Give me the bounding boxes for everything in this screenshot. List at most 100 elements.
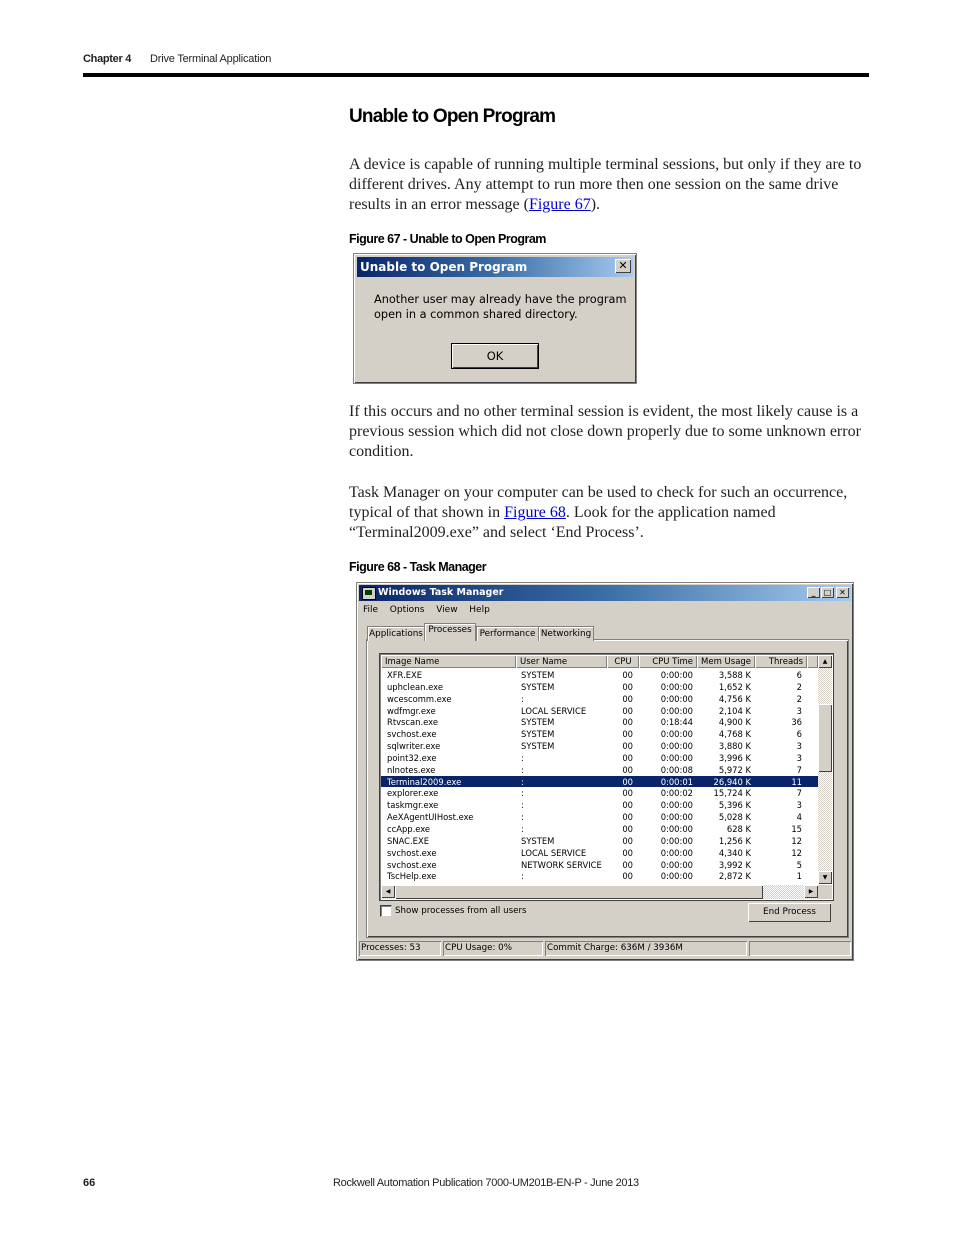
close-icon[interactable]: ✕ [836, 587, 849, 598]
status-commit-charge: Commit Charge: 636M / 3936M [545, 941, 747, 956]
column-threads[interactable]: Threads [755, 655, 807, 668]
text: ). [590, 196, 601, 213]
scroll-up-icon[interactable]: ▲ [818, 655, 832, 668]
close-icon[interactable]: ✕ [615, 259, 631, 273]
cell-image-name: Terminal2009.exe [387, 776, 462, 787]
table-row[interactable]: XFR.EXE SYSTEM 00 0:00:00 3,588 K 6 [381, 669, 818, 681]
cell-image-name: sqlwriter.exe [387, 741, 441, 752]
cell-cpu-time: 0:00:00 [660, 823, 693, 834]
tab-applications[interactable]: Applications [367, 626, 425, 641]
cell-cpu: 00 [622, 705, 633, 716]
cell-cpu: 00 [622, 681, 633, 692]
window-titlebar: Windows Task Manager _ □ ✕ [359, 585, 851, 601]
header-rule [83, 73, 869, 77]
table-row[interactable]: AeXAgentUIHost.exe: 00 0:00:00 5,028 K 4 [381, 811, 818, 823]
task-manager-window: Windows Task Manager _ □ ✕ File Options … [356, 582, 854, 961]
table-row[interactable]: SNAC.EXE SYSTEM 00 0:00:00 1,256 K 12 [381, 835, 818, 847]
show-all-users-checkbox[interactable] [380, 905, 392, 917]
column-headers: Image Name User Name CPU CPU Time Mem Us… [381, 655, 818, 668]
cell-mem-usage: 3,880 K [718, 741, 751, 752]
menu-options[interactable]: Options [390, 603, 425, 617]
column-image-name[interactable]: Image Name [381, 655, 516, 668]
cell-image-name: svchost.exe [387, 729, 437, 740]
cell-threads: 15 [791, 823, 802, 834]
column-mem-usage[interactable]: Mem Usage [697, 655, 755, 668]
cell-mem-usage: 5,396 K [718, 800, 751, 811]
figure-67-link[interactable]: Figure 67 [529, 196, 591, 213]
horizontal-scrollbar[interactable]: ◀ ▶ [381, 885, 818, 899]
status-cpu-usage: CPU Usage: 0% [443, 941, 543, 956]
column-user-name[interactable]: User Name [516, 655, 607, 668]
cell-image-name: wdfmgr.exe [387, 705, 436, 716]
cell-cpu-time: 0:00:00 [660, 859, 693, 870]
cell-mem-usage: 3,992 K [718, 859, 751, 870]
cell-mem-usage: 4,900 K [718, 717, 751, 728]
maximize-icon[interactable]: □ [821, 587, 834, 598]
cell-image-name: ccApp.exe [387, 823, 431, 834]
para-line: “Terminal2009.exe” and select ‘End Proce… [349, 524, 644, 541]
para-line: different drives. Any attempt to run mor… [349, 176, 839, 193]
cell-image-name: wcescomm.exe [387, 693, 452, 704]
table-row[interactable]: svchost.exe SYSTEM 00 0:00:00 4,768 K 6 [381, 728, 818, 740]
process-rows: XFR.EXE SYSTEM 00 0:00:00 3,588 K 6 uphclean.e… [381, 669, 818, 882]
table-row[interactable]: point32.exe: 00 0:00:00 3,996 K 3 [381, 752, 818, 764]
cell-user-name: : [521, 788, 524, 799]
para-line: results in an error message (Figure 67). [349, 195, 869, 215]
cell-cpu: 00 [622, 729, 633, 740]
table-row[interactable]: TscHelp.exe: 00 0:00:00 2,872 K 1 [381, 870, 818, 882]
cell-mem-usage: 5,972 K [718, 764, 751, 775]
ok-button[interactable]: OK [451, 343, 539, 369]
table-row[interactable]: sqlwriter.exe SYSTEM 00 0:00:00 3,880 K 3 [381, 740, 818, 752]
column-cpu-time[interactable]: CPU Time [639, 655, 697, 668]
cell-cpu: 00 [622, 788, 633, 799]
table-row[interactable]: svchost.exe LOCAL SERVICE 00 0:00:00 4,340 K… [381, 847, 818, 859]
dialog-message: Another user may already have the progra… [374, 292, 629, 322]
figure-68-link[interactable]: Figure 68 [504, 504, 566, 521]
scroll-thumb[interactable] [818, 704, 832, 772]
para-line: condition. [349, 443, 414, 460]
cell-user-name: SYSTEM [521, 717, 555, 728]
table-row[interactable]: svchost.exe NETWORK SERVICE 00 0:00:00 3,992… [381, 859, 818, 871]
process-list[interactable]: Image Name User Name CPU CPU Time Mem Us… [379, 653, 834, 901]
table-row[interactable]: Rtvscan.exe SYSTEM 00 0:18:44 4,900 K 36 [381, 716, 818, 728]
table-row[interactable]: uphclean.exe SYSTEM 00 0:00:00 1,652 K 2 [381, 681, 818, 693]
show-all-users-label[interactable]: Show processes from all users [395, 904, 527, 918]
menu-file[interactable]: File [363, 603, 378, 617]
cell-threads: 6 [796, 670, 802, 680]
tab-performance[interactable]: Performance [476, 626, 539, 641]
cell-threads: 3 [796, 705, 802, 716]
cell-threads: 5 [796, 859, 802, 870]
table-row[interactable]: taskmgr.exe: 00 0:00:00 5,396 K 3 [381, 799, 818, 811]
end-process-button[interactable]: End Process [748, 903, 831, 922]
tab-processes[interactable]: Processes [424, 623, 476, 641]
cell-threads: 3 [796, 800, 802, 811]
cell-mem-usage: 3,588 K [718, 670, 751, 680]
para-line: If this occurs and no other terminal ses… [349, 403, 859, 420]
cell-cpu-time: 0:00:00 [660, 681, 693, 692]
cell-user-name: : [521, 823, 524, 834]
menu-view[interactable]: View [436, 603, 457, 617]
column-cpu[interactable]: CPU [607, 655, 639, 668]
tab-networking[interactable]: Networking [538, 626, 594, 641]
scroll-down-icon[interactable]: ▼ [818, 871, 832, 884]
table-row[interactable]: wdfmgr.exe LOCAL SERVICE 00 0:00:00 2,104 K 3 [381, 705, 818, 717]
table-row[interactable]: ccApp.exe: 00 0:00:00 628 K 15 [381, 823, 818, 835]
vertical-scrollbar[interactable]: ▲ ▼ [818, 655, 832, 884]
minimize-icon[interactable]: _ [807, 587, 820, 598]
message-line: Another user may already have the progra… [374, 293, 627, 306]
status-processes: Processes: 53 [359, 941, 441, 956]
cell-threads: 12 [791, 835, 802, 846]
scroll-thumb-horizontal[interactable] [395, 885, 763, 899]
figure-67-caption: Figure 67 - Unable to Open Program [349, 232, 546, 246]
table-row[interactable]: nlnotes.exe: 00 0:00:08 5,972 K 7 [381, 764, 818, 776]
chapter-label: Chapter 4 [83, 53, 132, 65]
table-row[interactable]: wcescomm.exe: 00 0:00:00 4,756 K 2 [381, 693, 818, 705]
cell-cpu: 00 [622, 693, 633, 704]
menu-help[interactable]: Help [469, 603, 490, 617]
cell-cpu-time: 0:00:00 [660, 800, 693, 811]
scroll-right-icon[interactable]: ▶ [804, 885, 818, 898]
cell-image-name: TscHelp.exe [387, 871, 437, 882]
scroll-left-icon[interactable]: ◀ [381, 885, 395, 898]
table-row-selected[interactable]: Terminal2009.exe: 00 0:00:01 26,940 K 11 [381, 775, 818, 788]
table-row[interactable]: explorer.exe: 00 0:00:02 15,724 K 7 [381, 787, 818, 799]
